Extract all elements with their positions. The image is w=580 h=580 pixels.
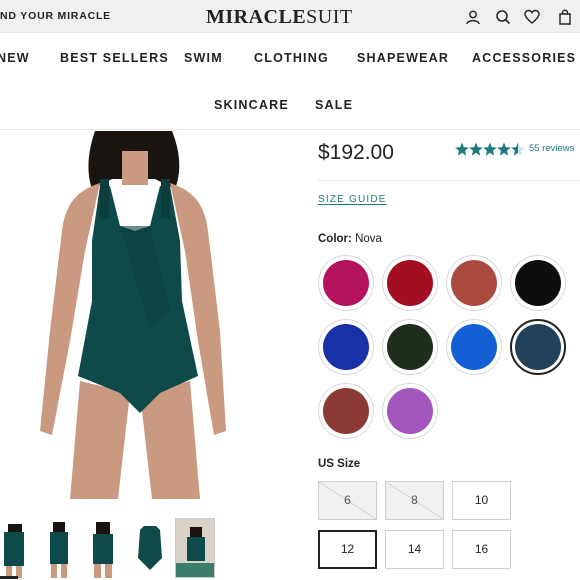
selected-color-name: Nova: [355, 233, 382, 245]
nav-item-shapewear[interactable]: SHAPEWEAR: [357, 51, 449, 65]
nav-item-clothing[interactable]: CLOTHING: [254, 51, 329, 65]
nav-item-swim[interactable]: SWIM: [184, 51, 223, 65]
swatch-color: [387, 388, 433, 434]
brand-logo[interactable]: MIRACLESUIT: [206, 6, 353, 29]
size-option-6[interactable]: 6: [318, 481, 377, 520]
color-swatch-2[interactable]: [382, 255, 438, 311]
account-icon[interactable]: [465, 9, 481, 25]
swatch-color: [451, 324, 497, 370]
nav-item-skincare[interactable]: SKINCARE: [214, 98, 289, 112]
reviews-link[interactable]: 55 reviews: [529, 143, 574, 154]
swatch-color: [387, 260, 433, 306]
size-option-14[interactable]: 14: [385, 530, 444, 569]
cart-bag-icon[interactable]: [557, 9, 573, 25]
color-swatch-8[interactable]: [510, 319, 566, 375]
search-icon[interactable]: [495, 9, 511, 25]
thumbnail-active-indicator: [0, 576, 18, 579]
size-option-8[interactable]: 8: [385, 481, 444, 520]
color-label-prefix: Color:: [318, 233, 352, 245]
color-swatch-7[interactable]: [446, 319, 502, 375]
thumbnail-4[interactable]: [130, 518, 170, 578]
product-main-image[interactable]: [0, 131, 282, 499]
color-swatch-10[interactable]: [382, 383, 438, 439]
color-swatch-3[interactable]: [446, 255, 502, 311]
swatch-color: [515, 324, 561, 370]
swatch-color: [515, 260, 561, 306]
top-bar: ND YOUR MIRACLE MIRACLESUIT: [0, 0, 580, 33]
size-guide-link[interactable]: SIZE GUIDE: [318, 194, 387, 205]
thumbnail-3[interactable]: [82, 518, 122, 578]
swatch-color: [323, 388, 369, 434]
promo-banner-text[interactable]: ND YOUR MIRACLE: [0, 10, 111, 22]
wishlist-heart-icon[interactable]: [524, 9, 540, 25]
size-label: US Size: [318, 458, 361, 470]
product-thumbnails: [0, 512, 282, 580]
thumbnail-5[interactable]: [175, 518, 215, 578]
thumbnail-1[interactable]: [0, 518, 34, 578]
color-swatch-6[interactable]: [382, 319, 438, 375]
size-option-10[interactable]: 10: [452, 481, 511, 520]
model-illustration: [40, 131, 226, 499]
color-swatch-9[interactable]: [318, 383, 374, 439]
nav-item-accessories[interactable]: ACCESSORIES: [472, 51, 576, 65]
swatch-color: [323, 324, 369, 370]
logo-text-bold: MIRACLE: [206, 6, 307, 28]
nav-item-sale[interactable]: SALE: [315, 98, 353, 112]
logo-text-thin: SUIT: [306, 6, 353, 28]
size-option-12[interactable]: 12: [318, 530, 377, 569]
swatch-color: [323, 260, 369, 306]
product-price: $192.00: [318, 141, 394, 164]
thumbnail-2[interactable]: [38, 518, 78, 578]
swatch-color: [387, 324, 433, 370]
color-swatch-4[interactable]: [510, 255, 566, 311]
rating-stars-icon: [455, 142, 525, 156]
size-option-16[interactable]: 16: [452, 530, 511, 569]
main-nav: NEW BEST SELLERS SWIM CLOTHING SHAPEWEAR…: [0, 33, 580, 130]
swatch-color: [451, 260, 497, 306]
nav-item-best-sellers[interactable]: BEST SELLERS: [60, 51, 169, 65]
color-swatch-1[interactable]: [318, 255, 374, 311]
color-swatch-5[interactable]: [318, 319, 374, 375]
color-label: Color: Nova: [318, 233, 382, 245]
nav-item-new[interactable]: NEW: [0, 51, 30, 65]
divider: [318, 180, 580, 181]
